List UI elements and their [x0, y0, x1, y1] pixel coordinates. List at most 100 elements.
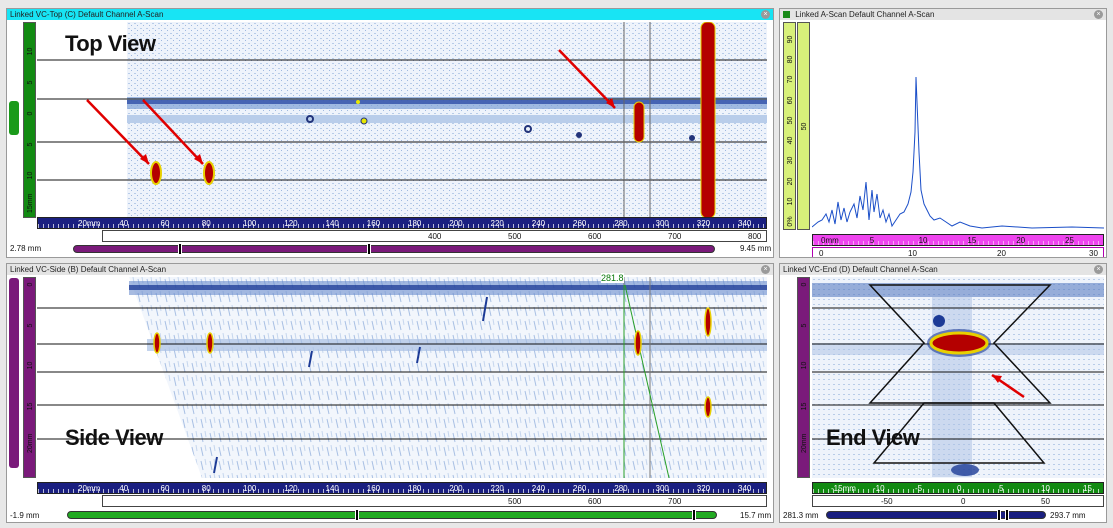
scale-tick-label: 0	[961, 497, 966, 506]
ascan-plot	[812, 22, 1104, 230]
scale-tick-label: 600	[588, 497, 602, 506]
ascan-titlebar[interactable]: Linked A-Scan Default Channel A-Scan ×	[780, 9, 1106, 20]
ruler-tick-label: 40	[787, 136, 794, 145]
ruler-tick-label: 340	[738, 484, 752, 493]
side-handle-icon[interactable]	[9, 278, 19, 468]
ruler-tick-label: 5	[801, 323, 808, 327]
ruler-tick-label: 20mm	[27, 433, 34, 453]
scale-tick-label: -50	[881, 497, 893, 506]
ruler-tick-label: 70	[787, 76, 794, 84]
ruler-tick-label: 20mm	[78, 484, 101, 493]
side-range-max: 15.7 mm	[740, 511, 772, 520]
top-view-panel: Linked VC-Top (C) Default Channel A-Scan…	[6, 8, 774, 258]
ascan-amplitude-ruler: 0% 10 20 30 40 50 60 70 80 90	[783, 22, 796, 230]
side-view-titlebar[interactable]: Linked VC-Side (B) Default Channel A-Sca…	[7, 264, 773, 275]
ruler-tick-label: 0	[957, 484, 962, 493]
side-slider-thumb-left[interactable]	[355, 509, 359, 521]
ruler-tick-label: 200	[449, 484, 463, 493]
ascan-secondary-scale: 0 10 20 30	[812, 247, 1104, 258]
ruler-tick-label: 25	[1065, 236, 1074, 245]
ruler-tick-label: 40	[119, 484, 129, 493]
ruler-tick-label: 30	[787, 156, 794, 165]
ruler-tick-label: 140	[325, 484, 339, 493]
ruler-tick-label: 180	[408, 484, 422, 493]
scale-end-label: 30	[1089, 249, 1098, 258]
scale-tick-label: 600	[588, 232, 602, 241]
side-handle-icon[interactable]	[9, 101, 19, 135]
ruler-tick-label: 5	[27, 323, 34, 327]
side-view-title: Linked VC-Side (B) Default Channel A-Sca…	[10, 265, 167, 274]
top-slider-thumb-right[interactable]	[367, 243, 371, 255]
ruler-tick-label: 10	[27, 47, 34, 56]
ruler-tick-label: 60	[160, 219, 170, 228]
top-slider-thumb-left[interactable]	[178, 243, 182, 255]
ruler-tick-label: 120	[284, 484, 298, 493]
scale-tick-label: 500	[508, 232, 522, 241]
ruler-tick-label: 300	[655, 219, 669, 228]
top-range-slider[interactable]	[73, 243, 715, 255]
side-secondary-scale: 500 600 700	[102, 495, 767, 507]
side-view-panel: Linked VC-Side (B) Default Channel A-Sca…	[6, 263, 774, 523]
ruler-tick-label: 15mm	[27, 193, 34, 213]
side-vertical-ruler: 0 5 10 15 20mm	[23, 277, 36, 478]
end-range-slider[interactable]	[826, 509, 1046, 521]
scale-tick-label: 0	[819, 249, 824, 258]
end-view-titlebar[interactable]: Linked VC-End (D) Default Channel A-Scan…	[780, 264, 1106, 275]
ruler-tick-label: 10	[1041, 484, 1050, 493]
ruler-tick-label: 15	[1083, 484, 1092, 493]
scale-tick-label: 500	[508, 497, 522, 506]
top-vertical-ruler: 10 5 0 5 10 15mm	[23, 22, 36, 218]
side-view-label: Side View	[65, 425, 163, 450]
ruler-tick-label: 10	[27, 361, 34, 370]
ascan-waveform-svg	[812, 76, 1104, 229]
ruler-tick-label: 100	[243, 484, 257, 493]
ruler-tick-label: 320	[696, 484, 711, 493]
ascan-title: Linked A-Scan Default Channel A-Scan	[795, 10, 935, 19]
top-view-titlebar[interactable]: Linked VC-Top (C) Default Channel A-Scan…	[7, 9, 773, 20]
close-icon[interactable]: ×	[761, 265, 770, 274]
close-icon[interactable]: ×	[1094, 10, 1103, 19]
ruler-tick-label: 220	[490, 484, 504, 493]
end-vertical-ruler: 0 5 10 15 20mm	[797, 277, 810, 478]
end-slider-thumb-right[interactable]	[1005, 509, 1009, 521]
scale-tick-label: 700	[668, 497, 682, 506]
end-view-panel: Linked VC-End (D) Default Channel A-Scan…	[779, 263, 1107, 523]
ruler-tick-label: 20	[1016, 236, 1026, 245]
end-view-title: Linked VC-End (D) Default Channel A-Scan	[783, 265, 938, 274]
ruler-tick-label: 15	[801, 402, 808, 410]
channel-indicator-icon	[783, 11, 790, 18]
ruler-tick-label: 240	[531, 219, 546, 228]
scale-tick-label: 800	[748, 232, 762, 241]
ruler-tick-label: 220	[490, 219, 504, 228]
side-range-slider[interactable]	[67, 509, 717, 521]
scale-tick-label: 700	[668, 232, 682, 241]
top-horizontal-ruler: 20mm 40 60 80 100 120 140 160 180 200 220 240 260 280…	[37, 217, 767, 229]
ruler-tick-label: 320	[696, 219, 711, 228]
close-icon[interactable]: ×	[761, 10, 770, 19]
top-view-label: Top View	[65, 31, 156, 56]
scale-tick-label: 10	[908, 249, 917, 258]
ruler-tick-label: -5	[915, 484, 923, 493]
ruler-tick-label: 200	[449, 219, 463, 228]
ruler-tick-label: 0%	[787, 216, 794, 227]
ruler-tick-label: 0mm	[821, 236, 839, 245]
ruler-tick-label: 5	[869, 236, 875, 245]
end-slider-thumb-left[interactable]	[997, 509, 1001, 521]
scale-tick-label: 400	[428, 232, 442, 241]
ascan-panel: Linked A-Scan Default Channel A-Scan × 0…	[779, 8, 1107, 258]
ruler-tick-label: 10	[787, 197, 794, 206]
ruler-tick-label: 280	[614, 484, 628, 493]
scale-tick-label: 50	[1041, 497, 1050, 506]
ruler-tick-label: 10	[801, 361, 808, 370]
ruler-tick-label: 0	[801, 282, 808, 287]
side-range-min: -1.9 mm	[10, 511, 40, 520]
end-view-label: End View	[826, 425, 920, 450]
ruler-tick-label: 0	[27, 282, 34, 287]
side-slider-thumb-right[interactable]	[692, 509, 696, 521]
end-range-max: 293.7 mm	[1050, 511, 1086, 520]
end-horizontal-ruler: -15mm -10 -5 0 5 10 15	[812, 482, 1104, 494]
close-icon[interactable]: ×	[1094, 265, 1103, 274]
ruler-tick-label: 50	[787, 116, 794, 125]
top-range-min: 2.78 mm	[10, 244, 42, 253]
ruler-tick-label: 20mm	[78, 219, 101, 228]
